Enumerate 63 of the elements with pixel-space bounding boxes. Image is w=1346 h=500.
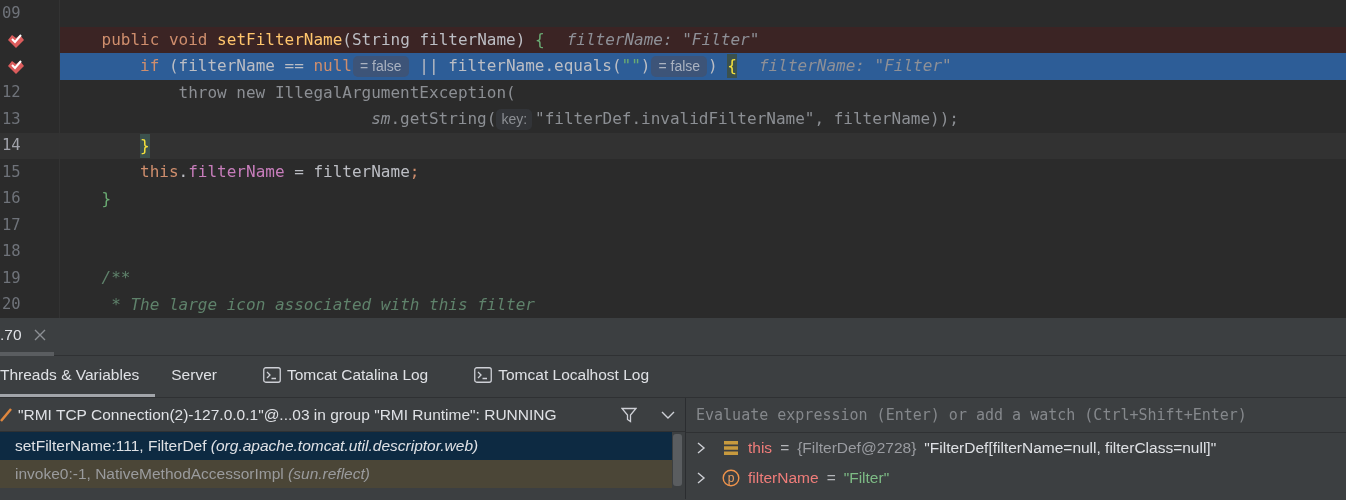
- code-brace: }: [101, 187, 112, 210]
- method-name: setFilterName: [217, 28, 343, 51]
- evaluated-value-badge: = false: [651, 55, 708, 77]
- code-text: (String filterName): [342, 28, 527, 51]
- code-keyword: this: [140, 161, 179, 184]
- stacked-bars-icon: [722, 439, 740, 457]
- code-keyword: null: [313, 55, 352, 78]
- code-keyword: public void: [101, 28, 209, 51]
- code-keyword: ;: [409, 161, 420, 184]
- variable-value: "FilterDef[filterName=null, filterClass=null]": [924, 438, 1217, 459]
- code-keyword: if: [140, 55, 161, 78]
- variable-type: {FilterDef@2728}: [797, 438, 917, 459]
- line-number: 14: [2, 135, 21, 157]
- matched-brace: {: [727, 54, 737, 79]
- code-comment: * The large icon associated with this filter: [111, 293, 535, 316]
- close-icon[interactable]: [33, 328, 46, 341]
- panel-tab[interactable]: Tomcat Catalina Log: [246, 356, 445, 397]
- code-identifier: sm: [371, 108, 391, 131]
- matched-brace: }: [140, 133, 150, 158]
- terminal-icon: [474, 367, 493, 383]
- line-number: 15: [2, 161, 21, 183]
- line-number: 19: [2, 267, 21, 289]
- code-text: .getString(: [390, 108, 497, 131]
- field-name: filterName: [188, 161, 285, 184]
- session-tab[interactable]: .70: [0, 317, 54, 356]
- scrollbar[interactable]: [673, 434, 682, 486]
- panel-tab[interactable]: Tomcat Localhost Log: [458, 356, 666, 397]
- string-literal: "": [621, 55, 641, 78]
- code-text: = filterName: [293, 161, 410, 184]
- session-tab-label: .70: [0, 324, 22, 345]
- stack-frame[interactable]: setFilterName:111, FilterDef (org.apache.tomcat.util.descriptor.web): [0, 432, 672, 460]
- code-text: .: [178, 161, 189, 184]
- inline-value-hint: filterName: "Filter": [759, 55, 952, 78]
- equals-sign: =: [826, 468, 836, 489]
- evaluated-value-badge: = false: [352, 55, 409, 77]
- variable-name: filterName: [748, 468, 819, 489]
- parameter-icon: p: [722, 469, 740, 487]
- variable-name: this: [748, 438, 773, 459]
- line-number: 09: [2, 2, 21, 24]
- terminal-icon: [262, 367, 281, 383]
- code-text: ): [708, 55, 719, 78]
- code-text: throw new IllegalArgumentException(: [178, 81, 516, 104]
- variable-value: "Filter": [843, 468, 890, 489]
- code-text: (filterName ==: [168, 55, 305, 78]
- line-number: 20: [2, 294, 21, 316]
- code-text: "filterDef.invalidFilterName", filterName));: [535, 108, 959, 131]
- line-number: 12: [2, 82, 21, 104]
- panel-tab[interactable]: Server: [155, 356, 233, 397]
- panel-tab[interactable]: Threads & Variables: [0, 356, 156, 397]
- line-number: 13: [2, 108, 21, 130]
- code-comment: /**: [101, 267, 131, 290]
- code-text: ): [640, 55, 651, 78]
- line-number: 18: [2, 241, 21, 263]
- chevron-down-icon[interactable]: [661, 409, 675, 420]
- line-number: 16: [2, 188, 21, 210]
- equals-sign: =: [780, 438, 790, 459]
- code-brace: {: [535, 28, 545, 51]
- inline-value-hint: filterName: "Filter": [566, 28, 760, 51]
- parameter-hint: key:: [496, 108, 533, 130]
- pencil-icon: [0, 407, 12, 422]
- filter-icon[interactable]: [621, 406, 637, 423]
- line-number: 17: [2, 214, 21, 236]
- code-text: || filterName.equals(: [418, 55, 622, 78]
